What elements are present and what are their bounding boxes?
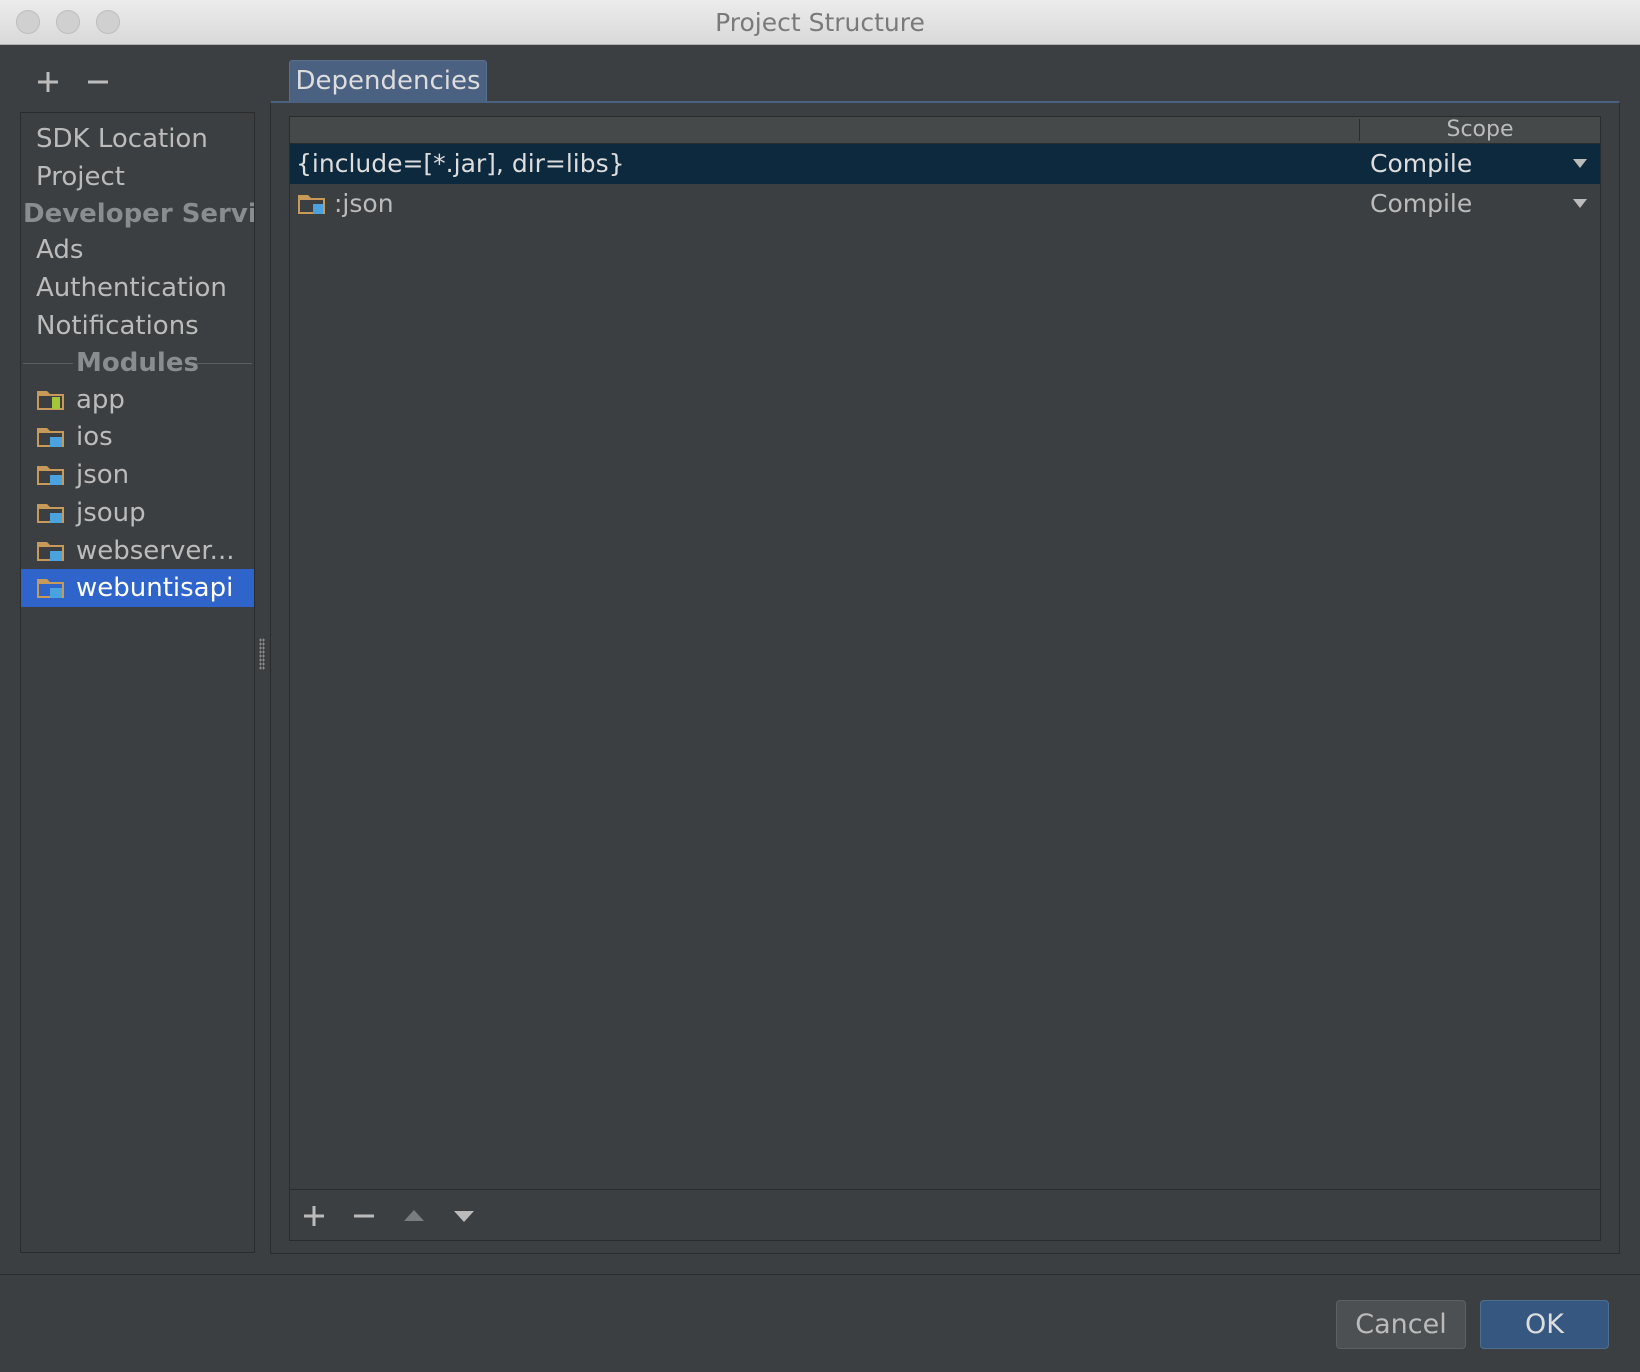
module-label: webserver... [76, 536, 235, 566]
sidebar-item-module-jsoup[interactable]: jsoup [21, 494, 254, 532]
arrow-up-icon [404, 1210, 424, 1221]
sidebar-item-module-webuntisapi[interactable]: webuntisapi [21, 569, 254, 607]
remove-module-button[interactable] [84, 64, 112, 100]
table-row[interactable]: {include=[*.jar], dir=libs} Compile [290, 144, 1600, 184]
plus-icon [38, 72, 58, 92]
modules-header: Modules [76, 348, 199, 378]
sidebar-item-label: Authentication [36, 273, 227, 303]
sidebar-item-authentication[interactable]: Authentication [21, 269, 254, 307]
module-label: json [76, 460, 130, 490]
sidebar-item-label: Project [36, 162, 125, 192]
java-module-folder-icon [37, 504, 64, 523]
java-module-folder-icon [37, 466, 64, 485]
sidebar-item-module-webserver[interactable]: webserver... [21, 532, 254, 570]
window-title: Project Structure [715, 8, 925, 37]
minus-icon [88, 80, 108, 84]
sidebar-splitter-handle[interactable] [259, 638, 265, 670]
move-down-button[interactable] [450, 1198, 478, 1234]
minus-icon [354, 1214, 374, 1218]
footer-separator [0, 1274, 1640, 1275]
section-header-label: Developer Servi... [23, 199, 254, 229]
remove-dependency-button[interactable] [350, 1198, 378, 1234]
plus-icon [304, 1206, 324, 1226]
sidebar-item-module-app[interactable]: app [21, 381, 254, 419]
chevron-down-icon[interactable] [1573, 159, 1587, 168]
move-up-button[interactable] [400, 1198, 428, 1234]
cancel-button[interactable]: Cancel [1336, 1300, 1466, 1349]
dependency-scope[interactable]: Compile [1370, 184, 1472, 224]
java-module-folder-icon [37, 579, 64, 598]
dependencies-table: Scope {include=[*.jar], dir=libs} Compil… [289, 116, 1601, 1241]
scope-column-header[interactable]: Scope [1360, 117, 1600, 143]
sidebar-item-label: Ads [36, 235, 84, 265]
module-label: webuntisapi [76, 573, 234, 603]
arrow-down-icon [454, 1211, 474, 1222]
sidebar-item-module-ios[interactable]: ios [21, 418, 254, 456]
sidebar-item-notifications[interactable]: Notifications [21, 307, 254, 345]
module-folder-icon [298, 195, 325, 214]
dependency-name: :json [334, 189, 394, 218]
module-label: jsoup [76, 498, 146, 528]
ok-button[interactable]: OK [1480, 1300, 1609, 1349]
add-dependency-button[interactable] [300, 1198, 328, 1234]
tab-dependencies[interactable]: Dependencies [289, 60, 487, 102]
dependency-name: {include=[*.jar], dir=libs} [296, 149, 625, 178]
developer-services-header: Developer Servi... [21, 195, 254, 233]
java-module-folder-icon [37, 428, 64, 447]
add-module-button[interactable] [34, 64, 62, 100]
dependency-scope[interactable]: Compile [1370, 144, 1472, 184]
sidebar-item-sdk-location[interactable]: SDK Location [21, 120, 254, 158]
modules-separator: Modules [21, 344, 254, 382]
chevron-down-icon[interactable] [1573, 199, 1587, 208]
module-label: app [76, 385, 125, 415]
java-module-folder-icon [37, 542, 64, 561]
sidebar: SDK Location Project Developer Servi... … [20, 112, 255, 1253]
module-label: ios [76, 422, 113, 452]
table-toolbar [290, 1189, 1600, 1242]
sidebar-item-label: SDK Location [36, 124, 208, 154]
sidebar-item-module-json[interactable]: json [21, 456, 254, 494]
title-bar: Project Structure [0, 0, 1640, 45]
sidebar-item-label: Notifications [36, 311, 199, 341]
table-header: Scope [290, 117, 1600, 144]
android-module-folder-icon [37, 391, 64, 410]
sidebar-item-ads[interactable]: Ads [21, 231, 254, 269]
sidebar-item-project[interactable]: Project [21, 158, 254, 196]
sidebar-toolbar [34, 64, 112, 100]
table-row[interactable]: :json Compile [290, 184, 1600, 224]
